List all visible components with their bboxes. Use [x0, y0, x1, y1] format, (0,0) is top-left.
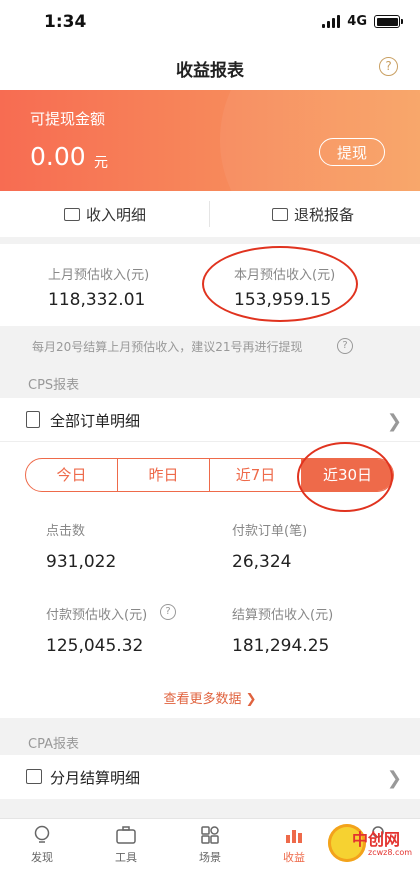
chevron-right-icon: ❯ — [386, 768, 402, 789]
cps-section-title: CPS报表 — [28, 378, 80, 393]
clicks-label: 点击数 — [46, 524, 86, 539]
balance-unit: 元 — [94, 155, 108, 171]
watermark-subtext: zcwz8.com — [368, 848, 413, 857]
tab-yesterday[interactable]: 昨日 — [118, 459, 210, 491]
paid-estimate-value: 125,045.32 — [46, 636, 144, 656]
paid-orders-label: 付款订单(笔) — [232, 524, 308, 539]
income-detail-label: 收入明细 — [86, 205, 147, 224]
question-icon[interactable]: ? — [160, 604, 176, 620]
paid-estimate-label: 付款预估收入(元) — [46, 608, 148, 623]
tabbar-label: 收益 — [283, 851, 305, 864]
status-indicators: 4G — [322, 14, 403, 29]
view-more-link[interactable]: 查看更多数据 ❯ — [0, 688, 420, 707]
income-detail-link[interactable]: 收入明细 — [64, 191, 146, 237]
tab-today[interactable]: 今日 — [26, 459, 118, 491]
tabbar-label: 发现 — [31, 851, 53, 864]
watermark-logo: 中创网 zcwz8.com — [328, 822, 416, 866]
monthly-settlement-row[interactable]: 分月结算明细 ❯ — [0, 755, 420, 799]
order-detail-row[interactable]: 全部订单明细 ❯ — [0, 398, 420, 442]
envelope-icon — [272, 207, 288, 221]
lightbulb-icon — [34, 825, 50, 843]
nav-bar: 收益报表 ? — [0, 44, 420, 90]
tax-filing-link[interactable]: 退税报备 — [272, 191, 354, 237]
tabbar-tools[interactable]: 工具 — [84, 819, 168, 871]
balance-label: 可提现金额 — [30, 110, 106, 128]
grid-icon — [201, 826, 219, 844]
wallet-icon — [64, 207, 80, 221]
paid-orders-value: 26,324 — [232, 552, 292, 572]
monthly-settlement-label: 分月结算明细 — [50, 769, 141, 787]
tab-7days[interactable]: 近7日 — [210, 459, 302, 491]
stats-panel: 今日 昨日 近7日 近30日 点击数 931,022 付款订单(笔) 26,32… — [0, 442, 420, 718]
settle-note: 每月20号结算上月预估收入，建议21号再进行提现 ? — [0, 330, 420, 364]
clicks-value: 931,022 — [46, 552, 117, 572]
question-icon[interactable]: ? — [337, 338, 353, 354]
tabbar-discover[interactable]: 发现 — [0, 819, 84, 871]
network-type: 4G — [347, 14, 367, 29]
help-icon[interactable]: ? — [379, 57, 398, 76]
document-edit-icon — [26, 411, 40, 428]
status-time: 1:34 — [44, 12, 87, 32]
withdraw-button[interactable]: 提现 — [319, 138, 385, 166]
briefcase-icon — [116, 826, 136, 844]
bar-chart-icon — [286, 830, 302, 843]
chevron-right-icon: ❯ — [386, 411, 402, 432]
annotation-circle — [202, 246, 358, 322]
tax-filing-label: 退税报备 — [294, 205, 355, 224]
signal-icon — [322, 15, 341, 28]
divider — [209, 201, 210, 227]
status-bar: 1:34 4G — [0, 0, 420, 44]
order-detail-label: 全部订单明细 — [50, 412, 141, 430]
tabbar-income[interactable]: 收益 — [252, 819, 336, 871]
tabbar-label: 场景 — [199, 851, 221, 864]
page-title: 收益报表 — [176, 61, 244, 81]
settled-estimate-value: 181,294.25 — [232, 636, 330, 656]
tabbar-scenes[interactable]: 场景 — [168, 819, 252, 871]
balance-amount: 0.00 — [30, 142, 86, 171]
battery-icon — [374, 15, 403, 28]
settle-note-text: 每月20号结算上月预估收入，建议21号再进行提现 — [32, 340, 303, 354]
annotation-circle — [297, 442, 393, 512]
last-month-label: 上月预估收入(元) — [48, 268, 150, 283]
tabbar-label: 工具 — [115, 851, 137, 864]
cpa-section-title: CPA报表 — [28, 737, 79, 752]
calendar-icon — [26, 769, 42, 784]
watermark-text: 中创网 — [352, 830, 401, 849]
last-month-value: 118,332.01 — [48, 290, 146, 310]
shortcut-row: 收入明细 退税报备 — [0, 191, 420, 237]
estimate-card: 上月预估收入(元) 118,332.01 本月预估收入(元) 153,959.1… — [0, 244, 420, 326]
settled-estimate-label: 结算预估收入(元) — [232, 608, 334, 623]
